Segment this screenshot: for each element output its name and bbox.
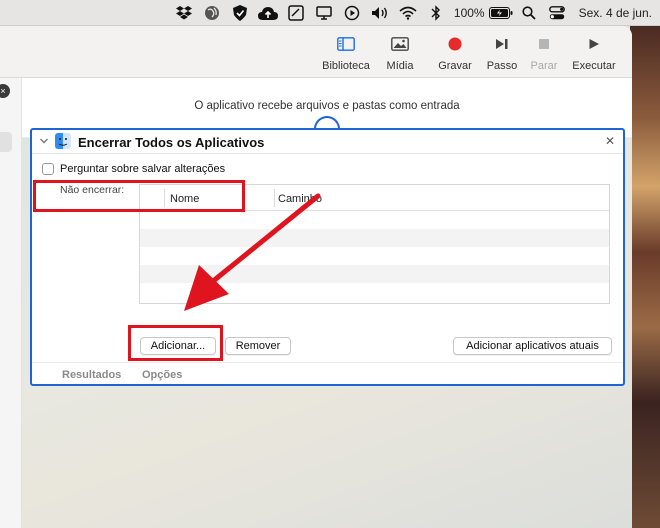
annotation-arrow — [184, 193, 321, 311]
